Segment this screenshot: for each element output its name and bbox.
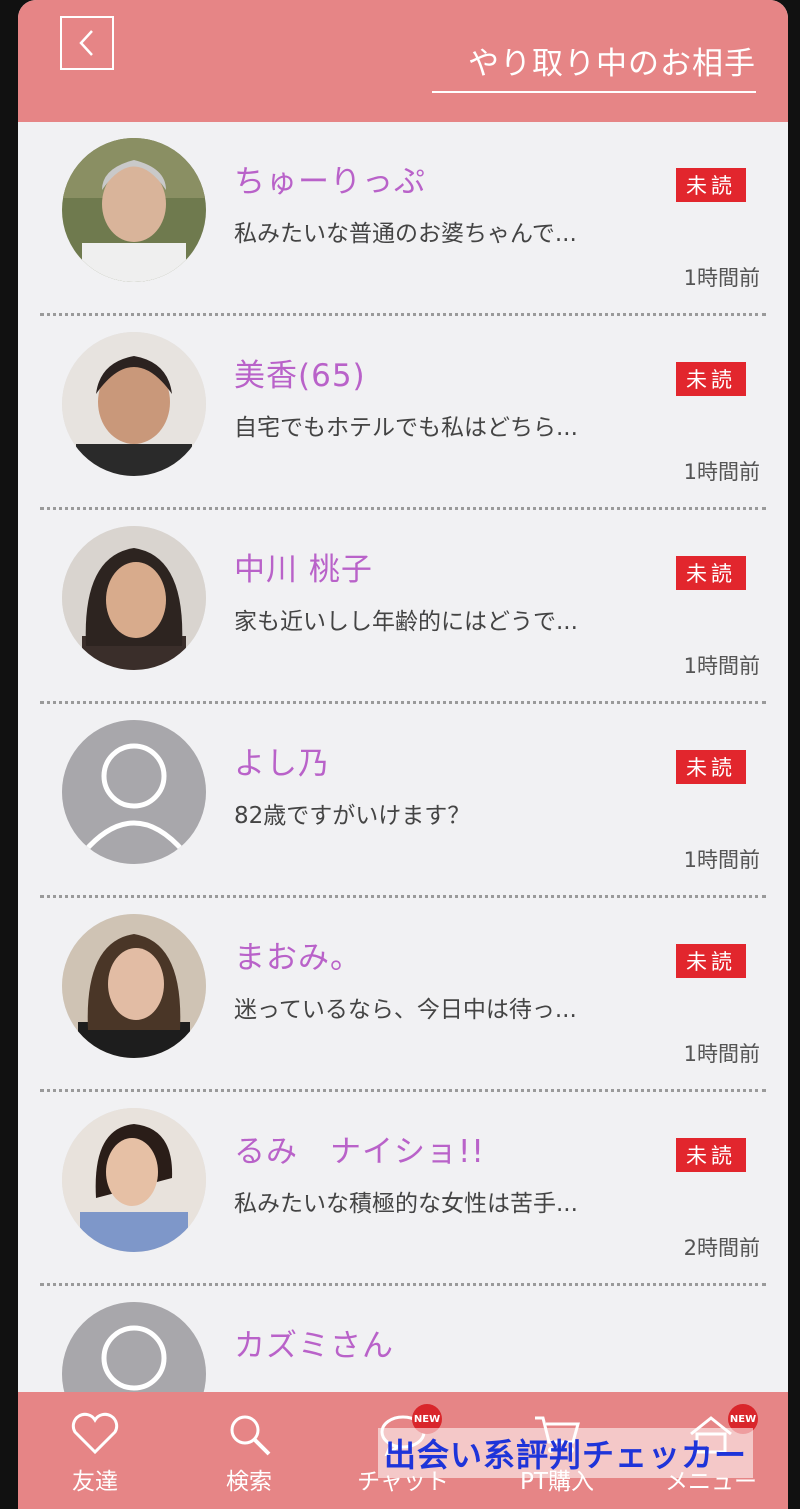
default-avatar-icon [62,720,206,864]
unread-badge: 未読 [676,750,746,784]
message-preview: 私みたいな普通のお婆ちゃんで... [234,221,577,247]
message-preview: 家も近いしし年齢的にはどうで... [234,609,578,635]
list-item[interactable]: よし乃 未読 82歳ですがいけます？ 1時間前 [40,704,766,898]
back-button[interactable] [60,16,114,70]
nav-label: 友達 [72,1469,118,1495]
timestamp: 1時間前 [683,848,760,872]
app-screen: やり取り中のお相手 ちゅーりっぷ 未読 私みたいな普通のお婆ちゃんで... 1時… [18,0,788,1509]
contact-name: カズミさん [234,1328,394,1364]
message-preview: 自宅でもホテルでも私はどちら... [234,415,578,441]
contact-name: 中川 桃子 [234,552,373,588]
timestamp: 1時間前 [683,1042,760,1066]
unread-badge: 未読 [676,168,746,202]
unread-badge: 未読 [676,944,746,978]
list-item[interactable]: るみ ナイショ!! 未読 私みたいな積極的な女性は苦手... 2時間前 [40,1092,766,1286]
page-title: やり取り中のお相手 [432,38,756,93]
unread-badge: 未読 [676,1138,746,1172]
avatar [62,526,206,670]
contact-name: 美香(65) [234,358,366,394]
avatar [62,138,206,282]
heart-icon [71,1412,119,1455]
timestamp: 1時間前 [683,654,760,678]
timestamp: 2時間前 [683,1236,760,1260]
chevron-left-icon [79,30,93,56]
list-item[interactable]: 中川 桃子 未読 家も近いしし年齢的にはどうで... 1時間前 [40,510,766,704]
timestamp: 1時間前 [683,266,760,290]
avatar [62,332,206,476]
nav-search[interactable]: 検索 [172,1392,326,1509]
contact-name: るみ ナイショ!! [234,1134,485,1170]
contact-name: まおみ。 [234,940,362,976]
avatar [62,1108,206,1252]
search-icon [230,1415,271,1456]
message-preview: 迷っているなら、今日中は待っ... [234,997,577,1023]
list-item[interactable]: まおみ。 未読 迷っているなら、今日中は待っ... 1時間前 [40,898,766,1092]
contact-name: ちゅーりっぷ [234,164,426,200]
list-item[interactable]: 美香(65) 未読 自宅でもホテルでも私はどちら... 1時間前 [40,316,766,510]
list-item[interactable]: ちゅーりっぷ 未読 私みたいな普通のお婆ちゃんで... 1時間前 [40,122,766,316]
conversation-list: ちゅーりっぷ 未読 私みたいな普通のお婆ちゃんで... 1時間前 美香(65) … [18,122,788,1480]
message-preview: 私みたいな積極的な女性は苦手... [234,1191,578,1217]
avatar [62,914,206,1058]
header: やり取り中のお相手 [18,0,788,122]
nav-friends[interactable]: 友達 [18,1392,172,1509]
nav-label: 検索 [226,1469,272,1495]
timestamp: 1時間前 [683,460,760,484]
watermark-text: 出会い系評判チェッカー [378,1428,754,1478]
message-preview: 82歳ですがいけます？ [234,803,471,829]
unread-badge: 未読 [676,556,746,590]
contact-name: よし乃 [234,746,330,782]
unread-badge: 未読 [676,362,746,396]
